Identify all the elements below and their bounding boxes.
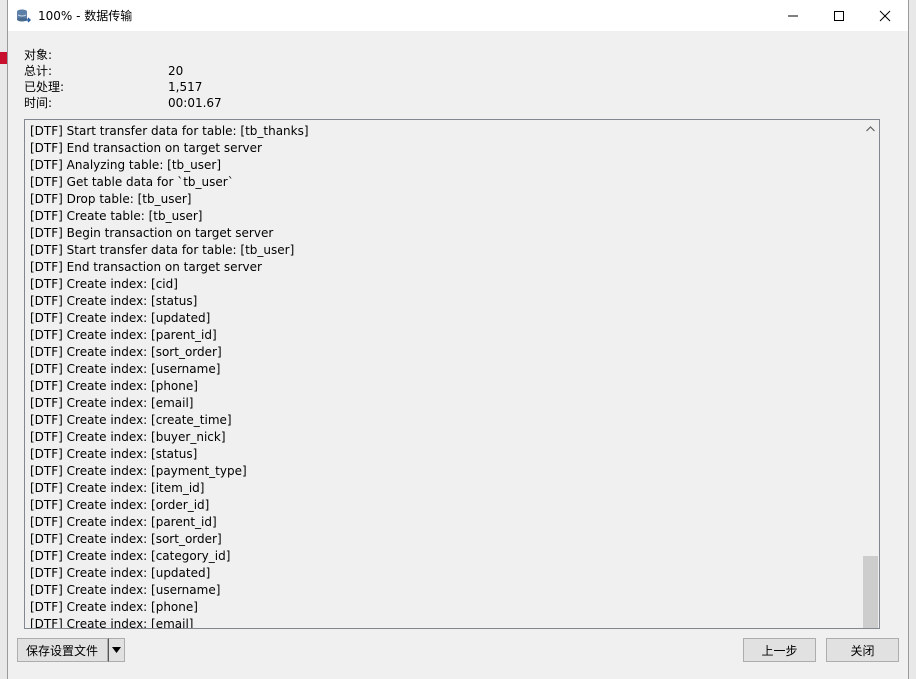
data-transfer-dialog: 100% - 数据传输 对象: 总计: 20 已处理: 1,517 时间: 00… — [8, 0, 908, 679]
save-profile-label: 保存设置文件 — [26, 643, 99, 658]
maximize-button[interactable] — [816, 0, 862, 31]
info-row-object: 对象: — [24, 47, 424, 63]
back-button[interactable]: 上一步 — [743, 638, 816, 662]
info-label: 已处理: — [24, 80, 65, 94]
minimize-icon — [788, 15, 798, 16]
log-line: [DTF] Create index: [status] — [30, 447, 198, 461]
info-label: 对象: — [24, 48, 53, 62]
log-line: [DTF] Create index: [username] — [30, 583, 221, 597]
close-icon — [879, 10, 891, 21]
info-row-total: 总计: 20 — [24, 63, 424, 79]
log-line: [DTF] Create index: [create_time] — [30, 413, 232, 427]
close-window-button[interactable] — [862, 0, 908, 31]
log-line: [DTF] End transaction on target server — [30, 141, 262, 155]
info-value: 20 — [168, 64, 184, 78]
close-label: 关闭 — [850, 643, 875, 658]
title-bar[interactable]: 100% - 数据传输 — [8, 0, 908, 31]
log-line: [DTF] Create index: [sort_order] — [30, 532, 222, 546]
log-line: [DTF] Create index: [updated] — [30, 311, 211, 325]
info-value: 00:01.67 — [168, 96, 222, 110]
log-line: [DTF] Get table data for `tb_user` — [30, 175, 234, 189]
log-line: [DTF] Create index: [email] — [30, 617, 194, 629]
caret-down-icon — [112, 647, 121, 653]
log-line: [DTF] Drop table: [tb_user] — [30, 192, 192, 206]
log-line: [DTF] Create index: [order_id] — [30, 498, 210, 512]
log-line: [DTF] Create index: [category_id] — [30, 549, 231, 563]
info-row-processed: 已处理: 1,517 — [24, 79, 424, 95]
transfer-log[interactable]: [DTF] Start transfer data for table: [tb… — [24, 119, 880, 629]
log-line: [DTF] Create index: [sort_order] — [30, 345, 222, 359]
log-line: [DTF] Create index: [item_id] — [30, 481, 205, 495]
log-line: [DTF] Create index: [cid] — [30, 277, 178, 291]
info-value: 1,517 — [168, 80, 203, 94]
background-app-right — [908, 0, 916, 679]
log-line: [DTF] Create table: [tb_user] — [30, 209, 203, 223]
background-app-marker — [0, 52, 8, 64]
log-line: [DTF] Create index: [updated] — [30, 566, 211, 580]
log-line: [DTF] Create index: [status] — [30, 294, 198, 308]
log-line: [DTF] Create index: [payment_type] — [30, 464, 247, 478]
log-line: [DTF] End transaction on target server — [30, 260, 262, 274]
transfer-summary: 对象: 总计: 20 已处理: 1,517 时间: 00:01.67 — [24, 47, 424, 111]
log-line: [DTF] Begin transaction on target server — [30, 226, 274, 240]
log-line: [DTF] Analyzing table: [tb_user] — [30, 158, 222, 172]
log-line: [DTF] Create index: [buyer_nick] — [30, 430, 226, 444]
log-line: [DTF] Create index: [phone] — [30, 600, 198, 614]
save-profile-button[interactable]: 保存设置文件 — [17, 638, 108, 662]
log-line: [DTF] Create index: [parent_id] — [30, 328, 217, 342]
log-line: [DTF] Create index: [phone] — [30, 379, 198, 393]
back-label: 上一步 — [761, 643, 798, 658]
info-label: 总计: — [24, 64, 53, 78]
chevron-up-icon — [866, 125, 875, 131]
log-line: [DTF] Start transfer data for table: [tb… — [30, 124, 309, 138]
window-title: 100% - 数据传输 — [38, 9, 133, 23]
database-transfer-icon — [17, 9, 31, 22]
maximize-icon — [834, 10, 844, 21]
log-line: [DTF] Create index: [email] — [30, 396, 194, 410]
log-lines: [DTF] Start transfer data for table: [tb… — [30, 123, 860, 629]
info-row-time: 时间: 00:01.67 — [24, 95, 424, 111]
log-line: [DTF] Start transfer data for table: [tb… — [30, 243, 295, 257]
scroll-thumb[interactable] — [863, 556, 878, 628]
minimize-button[interactable] — [770, 0, 816, 31]
background-app-left — [0, 0, 8, 679]
log-line: [DTF] Create index: [parent_id] — [30, 515, 217, 529]
close-button[interactable]: 关闭 — [826, 638, 899, 662]
save-profile-dropdown-button[interactable] — [108, 638, 125, 662]
log-vertical-scrollbar[interactable] — [862, 120, 879, 628]
log-line: [DTF] Create index: [username] — [30, 362, 221, 376]
info-label: 时间: — [24, 96, 53, 110]
scroll-up-button[interactable] — [862, 120, 879, 137]
